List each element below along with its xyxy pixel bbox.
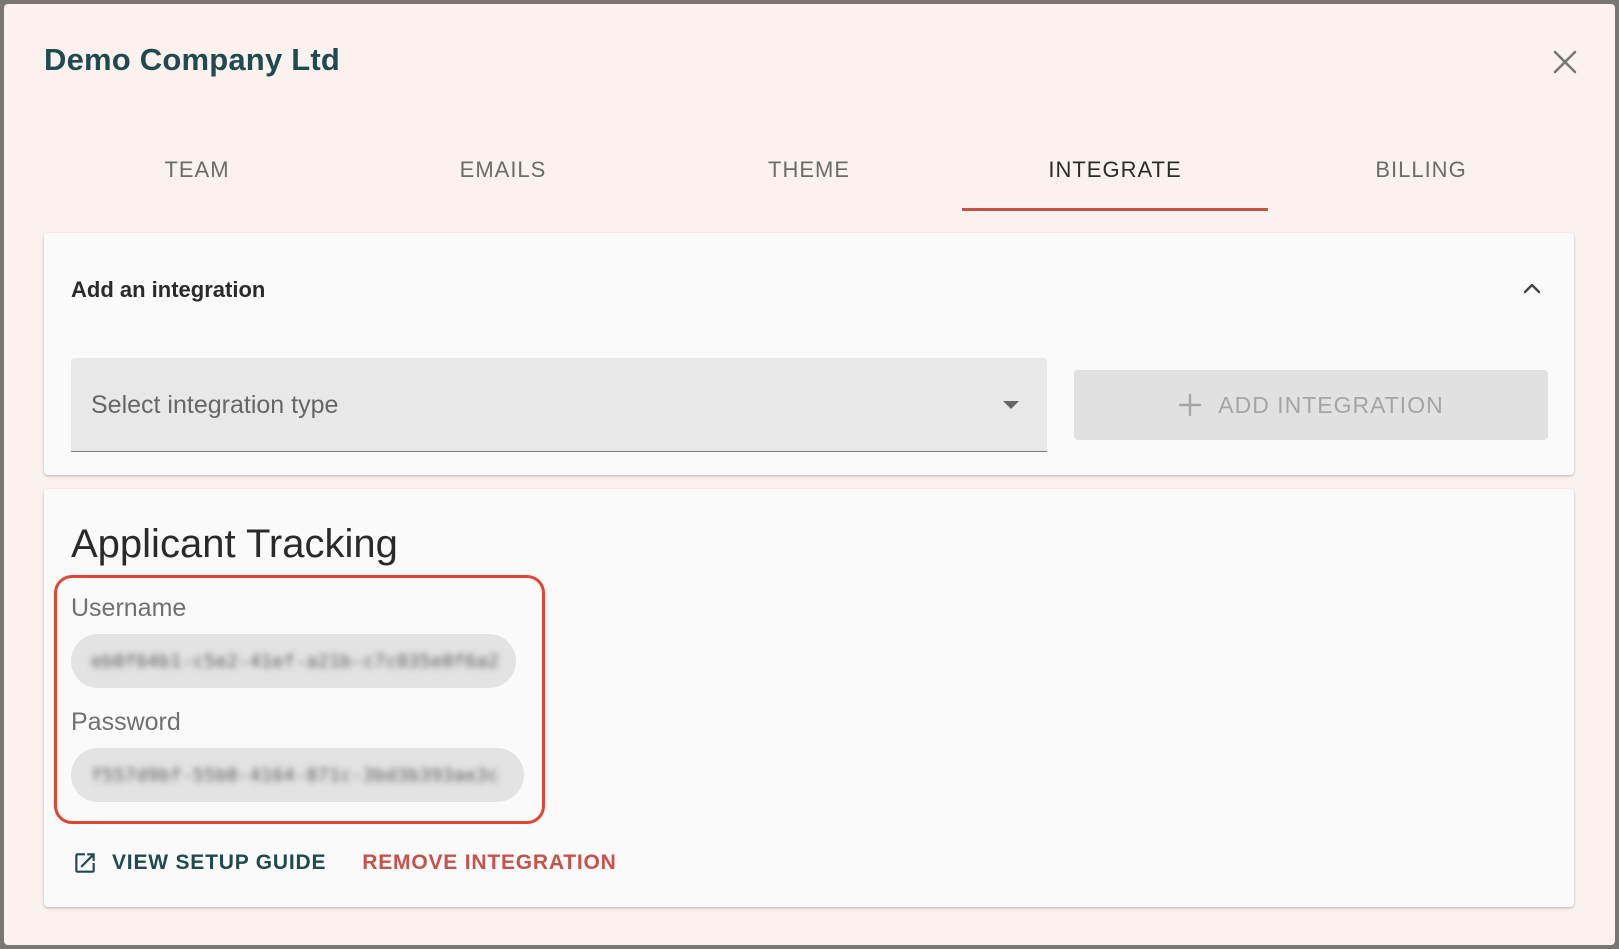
view-setup-guide-button[interactable]: VIEW SETUP GUIDE [64, 844, 334, 882]
settings-dialog: Demo Company Ltd TEAM EMAILS THEME INTEG… [4, 4, 1615, 945]
chevron-up-icon [1523, 283, 1541, 294]
tab-billing[interactable]: BILLING [1268, 129, 1574, 211]
tab-theme[interactable]: THEME [656, 129, 962, 211]
password-field[interactable]: f557d9bf-55b0-4164-871c-3bd3b393ae3c [71, 748, 524, 802]
tab-integrate[interactable]: INTEGRATE [962, 129, 1268, 211]
close-button[interactable] [1545, 42, 1585, 82]
integration-type-select[interactable]: Select integration type [71, 358, 1047, 452]
username-value: eb0f64b1-c5e2-41ef-a21b-c7c035e0f6a2 [91, 650, 500, 672]
integration-card: Applicant Tracking Username eb0f64b1-c5e… [44, 489, 1574, 907]
password-value: f557d9bf-55b0-4164-871c-3bd3b393ae3c [91, 764, 500, 786]
tab-emails[interactable]: EMAILS [350, 129, 656, 211]
plus-icon [1179, 393, 1202, 417]
external-link-icon [75, 853, 95, 873]
add-integration-panel: Add an integration Select integration ty… [44, 233, 1574, 475]
add-integration-button[interactable]: ADD INTEGRATION [1074, 370, 1548, 440]
dialog-title: Demo Company Ltd [44, 42, 340, 77]
dropdown-arrow-icon [1003, 401, 1019, 409]
add-integration-label: ADD INTEGRATION [1218, 391, 1444, 418]
close-icon [1553, 50, 1577, 74]
username-label: Username [71, 594, 187, 622]
add-integration-header: Add an integration [71, 277, 266, 302]
integration-type-placeholder: Select integration type [91, 391, 339, 419]
username-field[interactable]: eb0f64b1-c5e2-41ef-a21b-c7c035e0f6a2 [71, 634, 516, 688]
remove-integration-button[interactable]: REMOVE INTEGRATION [354, 845, 624, 881]
tab-bar: TEAM EMAILS THEME INTEGRATE BILLING [44, 129, 1574, 211]
password-label: Password [71, 708, 181, 736]
integration-title: Applicant Tracking [71, 522, 398, 566]
tab-team[interactable]: TEAM [44, 129, 350, 211]
integration-actions: VIEW SETUP GUIDE REMOVE INTEGRATION [64, 844, 625, 882]
view-setup-guide-label: VIEW SETUP GUIDE [112, 851, 327, 874]
collapse-button[interactable] [1514, 271, 1550, 307]
